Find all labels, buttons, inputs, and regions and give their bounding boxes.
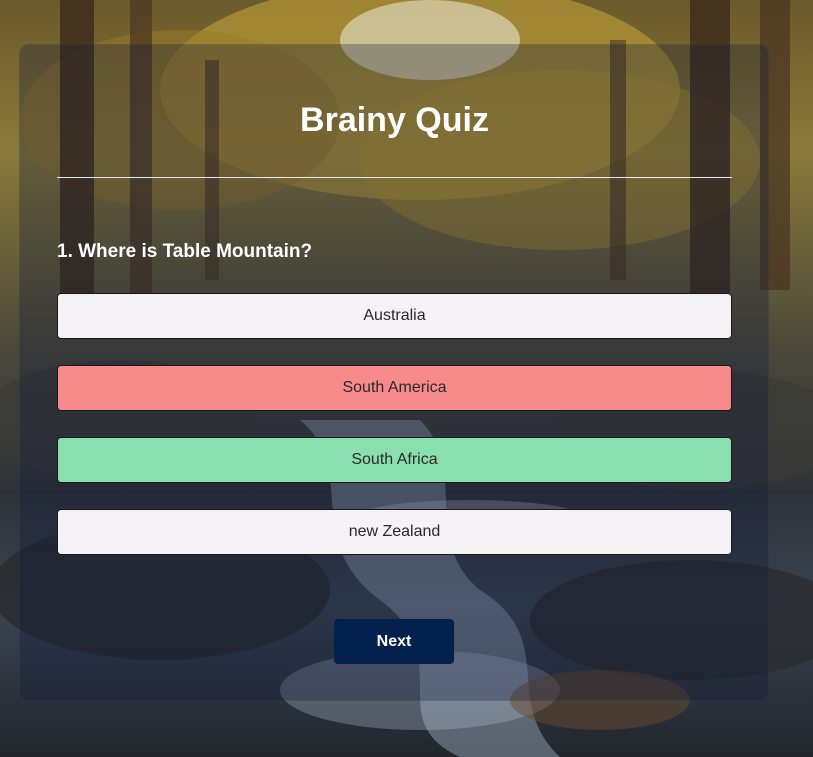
answer-option-south-africa[interactable]: South Africa xyxy=(57,437,732,483)
answer-option-australia[interactable]: Australia xyxy=(57,293,732,339)
title-divider xyxy=(57,177,732,178)
question-text: 1. Where is Table Mountain? xyxy=(57,241,313,262)
answer-option-new-zealand[interactable]: new Zealand xyxy=(57,509,732,555)
app-title: Brainy Quiz xyxy=(300,101,489,139)
answer-option-south-america[interactable]: South America xyxy=(57,365,732,411)
next-button[interactable]: Next xyxy=(334,619,454,664)
